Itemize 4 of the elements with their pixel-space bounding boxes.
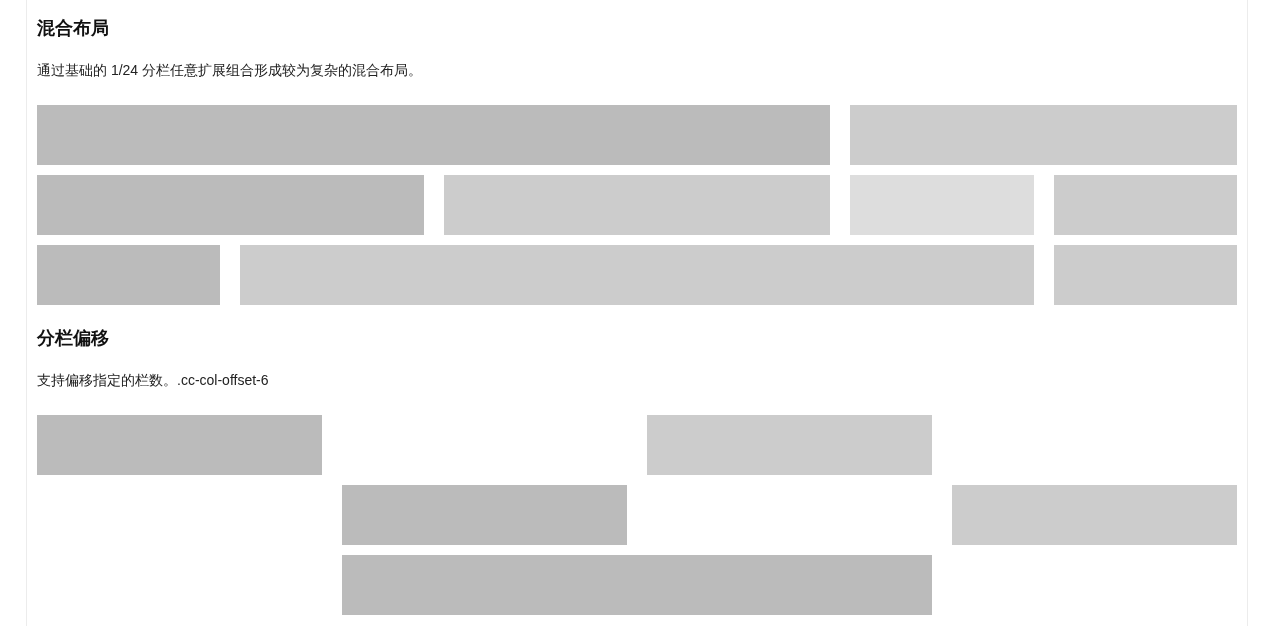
- section-heading: 分栏偏移: [37, 327, 110, 350]
- section-heading: 混合布局: [37, 17, 110, 40]
- section-description: 通过基础的 1/24 分栏任意扩展组合形成较为复杂的混合布局。: [37, 61, 424, 80]
- section-description: 支持偏移指定的栏数。.cc-col-offset-6: [37, 371, 270, 390]
